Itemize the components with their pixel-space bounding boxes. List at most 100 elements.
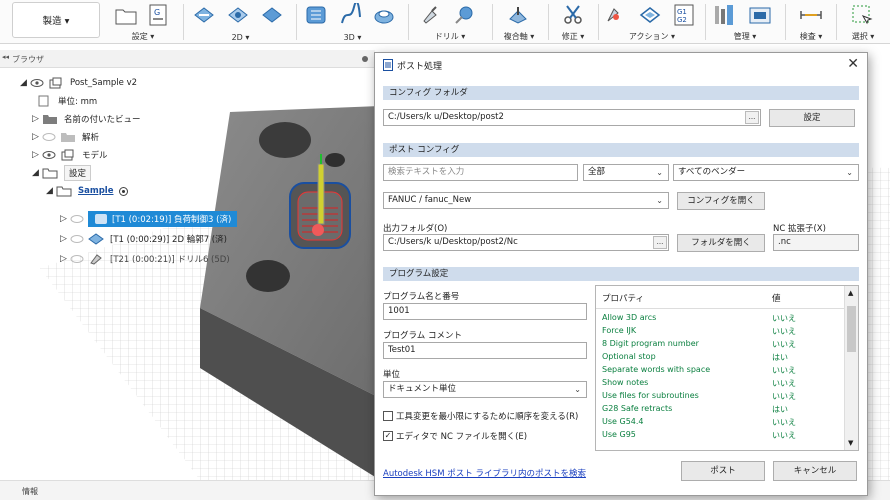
modify-group-label: 修正 ▾ (561, 32, 585, 41)
property-row[interactable]: G28 Safe retracts はい (602, 404, 842, 416)
tree-item-named-views[interactable]: ▷ 名前の付いたビュー (32, 110, 141, 128)
modify-group[interactable]: 修正 ▾ (550, 0, 596, 44)
property-row[interactable]: Use G95 いいえ (602, 430, 842, 442)
checkbox-unchecked[interactable] (383, 411, 393, 421)
cancel-button[interactable]: キャンセル (773, 461, 857, 481)
property-value[interactable]: いいえ (772, 365, 796, 376)
tree-item-model[interactable]: ▷ モデル (32, 146, 108, 164)
search-input[interactable]: 検索テキストを入力 (383, 164, 578, 181)
workspace-switcher[interactable]: 製造 ▾ (12, 2, 100, 38)
open-folder-button[interactable]: フォルダを開く (677, 234, 765, 252)
tree-item-operation[interactable]: ▷ [T1 (0:02:19)] 負荷制御3 (済) (60, 210, 238, 228)
property-value[interactable]: はい (772, 352, 788, 363)
open-config-button[interactable]: コンフィグを開く (677, 192, 765, 210)
expand-arrow-icon[interactable]: ▷ (32, 114, 42, 124)
tree-item-selected[interactable]: [T1 (0:02:19)] 負荷制御3 (済) (88, 211, 238, 227)
drill-group[interactable]: ドリル ▾ (412, 0, 488, 44)
open-editor-checkbox[interactable]: ✓ エディタで NC ファイルを開く(E) (383, 430, 527, 442)
settings-button[interactable]: 設定 (769, 109, 855, 127)
property-row[interactable]: Show notes いいえ (602, 378, 842, 390)
action-group[interactable]: G1 G2 アクション ▾ (602, 0, 702, 44)
property-value[interactable]: いいえ (772, 430, 796, 441)
property-value[interactable]: いいえ (772, 417, 796, 428)
browse-button[interactable]: ... (745, 111, 759, 124)
setup-group[interactable]: G 設定 ▾ (108, 0, 178, 44)
expand-arrow-icon[interactable]: ▷ (60, 254, 70, 264)
property-row[interactable]: Use files for subroutines いいえ (602, 391, 842, 403)
select-group[interactable]: 選択 ▾ (838, 0, 888, 44)
properties-scrollbar[interactable]: ▲ ▼ (844, 286, 858, 450)
scroll-up-icon[interactable]: ▲ (848, 289, 853, 297)
property-row[interactable]: Separate words with space いいえ (602, 365, 842, 377)
tree-item-label: 単位: mm (58, 97, 98, 107)
simulate-icon (607, 8, 619, 22)
eye-icon[interactable] (30, 78, 44, 88)
reorder-checkbox[interactable]: 工具変更を最小限にするために順序を変える(R) (383, 410, 578, 422)
tree-item-setups[interactable]: ◢ 設定 (32, 164, 92, 182)
property-row[interactable]: Force IJK いいえ (602, 326, 842, 338)
expand-arrow-icon[interactable]: ▷ (32, 150, 42, 160)
search-posts-link[interactable]: Autodesk HSM ポスト ライブラリ内のポストを検索 (383, 467, 586, 479)
expand-arrow-icon[interactable]: ▷ (60, 214, 70, 224)
expand-arrow-icon[interactable]: ▷ (60, 234, 70, 244)
2d-group[interactable]: 2D ▾ (188, 0, 293, 44)
property-row[interactable]: Optional stop はい (602, 352, 842, 364)
drill-icon (423, 6, 437, 24)
inspect-group[interactable]: 検査 ▾ (788, 0, 834, 44)
tree-item-operation[interactable]: ▷ [T1 (0:00:29)] 2D 輪郭7 (済) (60, 230, 227, 248)
pin-icon[interactable] (362, 56, 368, 62)
property-row[interactable]: 8 Digit program number いいえ (602, 339, 842, 351)
tree-item-units[interactable]: 単位: mm (36, 92, 97, 110)
dialog-titlebar[interactable]: ポスト処理 ✕ (375, 53, 867, 77)
program-comment-field[interactable]: Test01 (383, 342, 587, 359)
vendor-dropdown[interactable]: すべてのベンダー ⌄ (673, 164, 859, 181)
config-folder-field[interactable]: C:/Users/k u/Desktop/post2 ... (383, 109, 761, 126)
close-icon[interactable]: ✕ (847, 56, 859, 72)
post-button[interactable]: ポスト (681, 461, 765, 481)
tool-library-icon (715, 5, 733, 25)
property-row[interactable]: Allow 3D arcs いいえ (602, 313, 842, 325)
property-name: 8 Digit program number (602, 339, 699, 348)
browse-button[interactable]: ... (653, 236, 667, 249)
property-value[interactable]: いいえ (772, 378, 796, 389)
active-setup-icon[interactable] (119, 186, 129, 196)
multi-axis-group[interactable]: 複合軸 ▾ (494, 0, 544, 44)
tree-item-document[interactable]: ◢ Post_Sample v2 (20, 74, 137, 92)
unit-dropdown[interactable]: ドキュメント単位 ⌄ (383, 381, 587, 398)
collapse-arrow-icon[interactable]: ◢ (20, 78, 30, 88)
3d-group-label: 3D ▾ (343, 33, 362, 42)
post-config-dropdown[interactable]: FANUC / fanuc_New ⌄ (383, 192, 669, 209)
collapse-arrow-icon[interactable]: ◢ (32, 168, 42, 178)
browser-header: ◂◂ ブラウザ (0, 50, 375, 68)
eye-hidden-icon[interactable] (70, 214, 84, 224)
scroll-down-icon[interactable]: ▼ (848, 439, 853, 447)
eye-hidden-icon[interactable] (70, 234, 84, 244)
nc-extension-field[interactable]: .nc (773, 234, 859, 251)
collapse-icon[interactable]: ◂◂ (2, 53, 9, 61)
property-row[interactable]: Use G54.4 いいえ (602, 417, 842, 429)
eye-hidden-icon[interactable] (42, 132, 56, 142)
property-value[interactable]: いいえ (772, 326, 796, 337)
tree-item-analysis[interactable]: ▷ 解析 (32, 128, 99, 146)
scroll-thumb[interactable] (847, 306, 856, 352)
output-folder-field[interactable]: C:/Users/k u/Desktop/post2/Nc ... (383, 234, 669, 251)
tree-item-operation[interactable]: ▷ [T21 (0:00:21)] ドリル6 (5D) (60, 250, 230, 268)
property-value[interactable]: いいえ (772, 391, 796, 402)
info-label: 情報 (22, 487, 38, 496)
properties-table[interactable]: プロパティ 値 Allow 3D arcs いいえ Force IJK いいえ 8 … (595, 285, 859, 451)
filter-dropdown[interactable]: 全部 ⌄ (583, 164, 669, 181)
property-value[interactable]: はい (772, 404, 788, 415)
tree-item-setup-sample[interactable]: ◢ Sample (46, 182, 129, 200)
eye-icon[interactable] (42, 150, 56, 160)
collapse-arrow-icon[interactable]: ◢ (46, 186, 56, 196)
property-value[interactable]: いいえ (772, 313, 796, 324)
program-name-field[interactable]: 1001 (383, 303, 587, 320)
select-icon (852, 5, 873, 25)
eye-hidden-icon[interactable] (70, 254, 84, 264)
checkbox-checked[interactable]: ✓ (383, 431, 393, 441)
3d-group[interactable]: 3D ▾ (300, 0, 405, 44)
open-editor-label: エディタで NC ファイルを開く(E) (396, 432, 528, 442)
expand-arrow-icon[interactable]: ▷ (32, 132, 42, 142)
manage-group[interactable]: 管理 ▾ (708, 0, 782, 44)
property-value[interactable]: いいえ (772, 339, 796, 350)
